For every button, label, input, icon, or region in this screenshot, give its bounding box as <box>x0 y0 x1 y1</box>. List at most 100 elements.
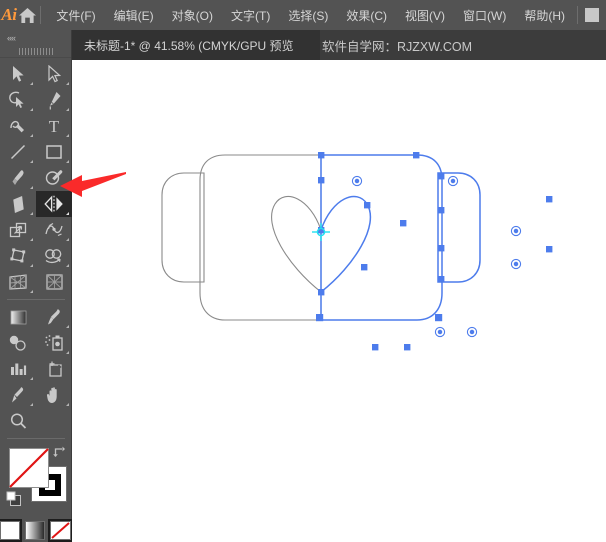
direct-selection-tool[interactable] <box>36 61 72 87</box>
tool-flyout-indicator-icon <box>30 82 33 85</box>
app-logo-icon: Ai <box>0 0 18 30</box>
tool-flyout-indicator-icon <box>30 264 33 267</box>
center-point-widget <box>352 176 361 185</box>
tool-flyout-indicator-icon <box>66 264 69 267</box>
anchor-point <box>318 177 324 183</box>
tool-flyout-indicator-icon <box>30 377 33 380</box>
fill-stroke-block <box>0 443 72 517</box>
tool-flyout-indicator-icon <box>66 108 69 111</box>
gradient-tool[interactable] <box>0 304 36 330</box>
tool-flyout-indicator-icon <box>30 108 33 111</box>
menu-help[interactable]: 帮助(H) <box>515 0 574 30</box>
menu-effect[interactable]: 效果(C) <box>337 0 396 30</box>
tool-flyout-indicator-icon <box>66 238 69 241</box>
tools-collapse-icon[interactable]: «« <box>0 30 71 45</box>
symbol-sprayer-tool[interactable] <box>36 330 72 356</box>
center-point-widget <box>435 327 444 336</box>
menubar-right-group <box>574 6 606 24</box>
original-half-heart <box>272 196 321 292</box>
anchor-point <box>413 152 419 158</box>
menu-type[interactable]: 文字(T) <box>222 0 279 30</box>
paintbrush-tool[interactable] <box>0 165 36 191</box>
center-point-widget <box>511 226 520 235</box>
menu-bar: Ai 文件(F) 编辑(E) 对象(O) 文字(T) 选择(S) 效果(C) 视… <box>0 0 606 30</box>
original-mug-group <box>162 155 321 320</box>
swap-fill-stroke-icon[interactable] <box>52 445 66 462</box>
tool-flyout-indicator-icon <box>30 186 33 189</box>
color-button[interactable] <box>0 521 20 540</box>
tool-flyout-indicator-icon <box>66 160 69 163</box>
free-transform-tool[interactable] <box>0 243 36 269</box>
anchor-point <box>438 245 444 251</box>
width-tool[interactable] <box>36 217 72 243</box>
column-graph-tool[interactable] <box>0 356 36 382</box>
tool-flyout-indicator-icon <box>66 325 69 328</box>
anchor-point <box>318 289 324 295</box>
hand-tool[interactable] <box>36 382 72 408</box>
anchor-point <box>546 246 552 252</box>
tool-flyout-indicator-icon <box>66 82 69 85</box>
tools-drag-handle[interactable] <box>0 45 71 58</box>
center-point-widget <box>511 259 520 268</box>
artboard-canvas[interactable] <box>72 60 606 542</box>
menu-window[interactable]: 窗口(W) <box>454 0 515 30</box>
anchor-point <box>546 196 552 202</box>
default-fill-stroke-icon[interactable] <box>6 491 22 512</box>
shape-builder-tool[interactable] <box>36 243 72 269</box>
zoom-tool[interactable] <box>0 408 36 434</box>
watermark-text: 软件自学网：RJZXW.COM <box>322 30 472 60</box>
reflected-mug-body <box>321 155 442 320</box>
tool-flyout-indicator-icon <box>30 403 33 406</box>
none-button[interactable] <box>50 521 71 540</box>
anchor-point <box>364 202 370 208</box>
tools-grid: T <box>0 58 72 434</box>
tool-flyout-indicator-icon <box>66 403 69 406</box>
anchor-point <box>435 314 442 321</box>
magic-wand-tool[interactable] <box>0 87 36 113</box>
fill-none-indicator-icon <box>9 448 49 488</box>
menu-object[interactable]: 对象(O) <box>163 0 222 30</box>
tool-flyout-indicator-icon <box>30 238 33 241</box>
workspace-switcher-icon[interactable] <box>585 8 599 22</box>
illustrator-window: Ai 文件(F) 编辑(E) 对象(O) 文字(T) 选择(S) 效果(C) 视… <box>0 0 606 542</box>
blend-tool[interactable] <box>0 330 36 356</box>
mesh-tool[interactable] <box>36 269 72 295</box>
original-mug-body <box>200 155 321 320</box>
center-point-widgets <box>352 176 520 336</box>
tools-separator <box>7 299 65 300</box>
fill-swatch[interactable] <box>9 448 49 488</box>
menu-file[interactable]: 文件(F) <box>47 0 104 30</box>
menubar-divider <box>40 6 41 24</box>
rectangle-tool[interactable] <box>36 139 72 165</box>
menu-edit[interactable]: 编辑(E) <box>105 0 163 30</box>
gradient-button[interactable] <box>25 521 45 540</box>
document-tab-bar: 未标题-1* @ 41.58% (CMYK/GPU 预览 软件自学网：RJZXW… <box>0 30 606 60</box>
pen-tool[interactable] <box>36 87 72 113</box>
color-mode-buttons <box>0 517 71 540</box>
tool-slot-empty <box>36 408 72 434</box>
artboard-tool[interactable] <box>36 356 72 382</box>
selection-tool[interactable] <box>0 61 36 87</box>
home-icon[interactable] <box>18 0 37 30</box>
reflected-half-heart <box>321 196 370 292</box>
line-segment-tool[interactable] <box>0 139 36 165</box>
tool-flyout-indicator-icon <box>30 160 33 163</box>
eyedropper-tool[interactable] <box>36 304 72 330</box>
menu-view[interactable]: 视图(V) <box>396 0 454 30</box>
eraser-tool[interactable] <box>0 191 36 217</box>
menu-select[interactable]: 选择(S) <box>279 0 337 30</box>
perspective-grid-tool[interactable] <box>0 269 36 295</box>
anchor-point <box>372 344 378 350</box>
type-tool[interactable]: T <box>36 113 72 139</box>
tools-panel: «« <box>0 30 72 542</box>
menubar-divider-right <box>577 6 578 24</box>
document-tab-label: 未标题-1* @ 41.58% (CMYK/GPU 预览 <box>84 37 294 54</box>
annotation-arrow-icon <box>60 170 128 207</box>
slice-tool[interactable] <box>0 382 36 408</box>
document-tab[interactable]: 未标题-1* @ 41.58% (CMYK/GPU 预览 <box>72 30 320 60</box>
curvature-tool[interactable] <box>0 113 36 139</box>
anchor-point <box>438 207 444 213</box>
tool-flyout-indicator-icon <box>30 212 33 215</box>
tool-flyout-indicator-icon <box>66 351 69 354</box>
scale-tool[interactable] <box>0 217 36 243</box>
